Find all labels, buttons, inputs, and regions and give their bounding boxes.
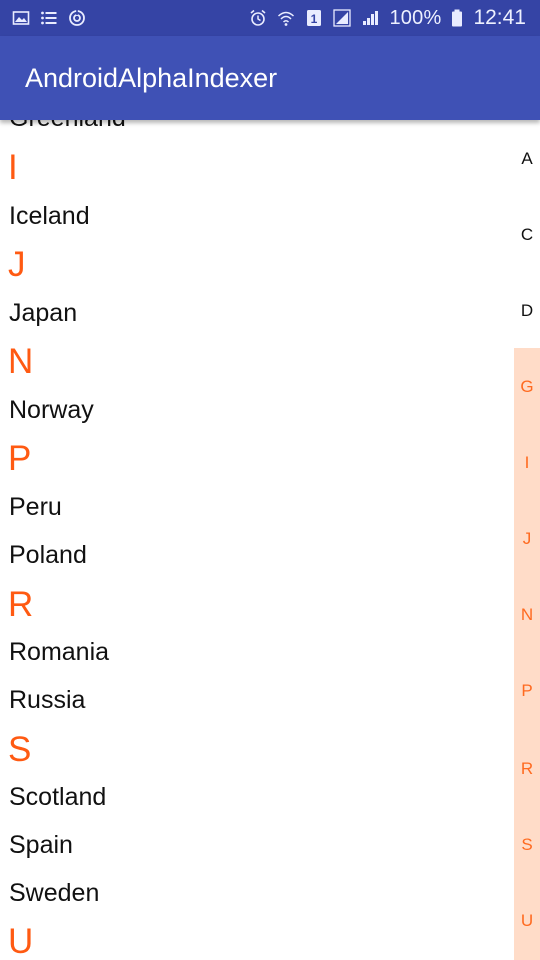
- indexer-letter-p[interactable]: P: [514, 681, 540, 701]
- list-item[interactable]: Romania: [9, 638, 109, 667]
- list-item[interactable]: Peru: [9, 493, 62, 522]
- indexer-letter-i[interactable]: I: [514, 453, 540, 473]
- signal-icon: [333, 9, 352, 27]
- indexer-letter-d[interactable]: D: [514, 301, 540, 321]
- list-item[interactable]: Scotland: [9, 783, 106, 812]
- list-item[interactable]: Japan: [9, 299, 77, 328]
- wifi-icon: [277, 9, 295, 27]
- list-item-partial[interactable]: Greenland: [9, 120, 126, 133]
- alpha-indexer[interactable]: A C D G I J N P R S U: [514, 120, 540, 960]
- indexer-letter-g[interactable]: G: [514, 377, 540, 397]
- sim-icon: 1: [305, 9, 323, 27]
- section-header: U: [8, 922, 34, 960]
- list-item[interactable]: Sweden: [9, 879, 99, 908]
- gallery-icon: [12, 9, 30, 27]
- list-icon: [40, 9, 58, 27]
- country-list[interactable]: Greenland I Iceland J Japan N Norway P P…: [0, 120, 514, 960]
- section-header: S: [8, 730, 32, 769]
- battery-percent: 100%: [389, 6, 442, 29]
- indexer-letter-c[interactable]: C: [514, 225, 540, 245]
- section-header: R: [8, 585, 34, 624]
- indexer-letter-u[interactable]: U: [514, 911, 540, 931]
- indexer-letter-s[interactable]: S: [514, 835, 540, 855]
- list-item[interactable]: Russia: [9, 686, 85, 715]
- list-item[interactable]: Spain: [9, 831, 73, 860]
- indexer-letter-n[interactable]: N: [514, 605, 540, 625]
- app-title: AndroidAlphaIndexer: [25, 62, 278, 93]
- section-header: J: [8, 245, 26, 284]
- list-item[interactable]: Iceland: [9, 202, 90, 231]
- status-bar-left: [12, 9, 86, 27]
- status-bar-right: 1 100% 12:41: [249, 6, 526, 30]
- indexer-letter-r[interactable]: R: [514, 759, 540, 779]
- alarm-icon: [249, 9, 267, 27]
- indexer-letter-a[interactable]: A: [514, 149, 540, 169]
- list-item[interactable]: Norway: [9, 396, 94, 425]
- battery-icon: [451, 9, 463, 27]
- section-header: P: [8, 439, 32, 478]
- sync-icon: [68, 9, 86, 27]
- section-header: N: [8, 342, 34, 381]
- list-item[interactable]: Poland: [9, 541, 87, 570]
- indexer-highlight-band: [514, 348, 540, 960]
- app-bar: AndroidAlphaIndexer: [0, 36, 540, 120]
- signal-icon: [361, 9, 379, 27]
- status-bar: 1 100% 12:41: [0, 0, 540, 36]
- sim-slot-number: 1: [311, 12, 318, 26]
- indexer-letter-j[interactable]: J: [514, 529, 540, 549]
- clock: 12:41: [473, 6, 526, 29]
- section-header: I: [8, 148, 18, 187]
